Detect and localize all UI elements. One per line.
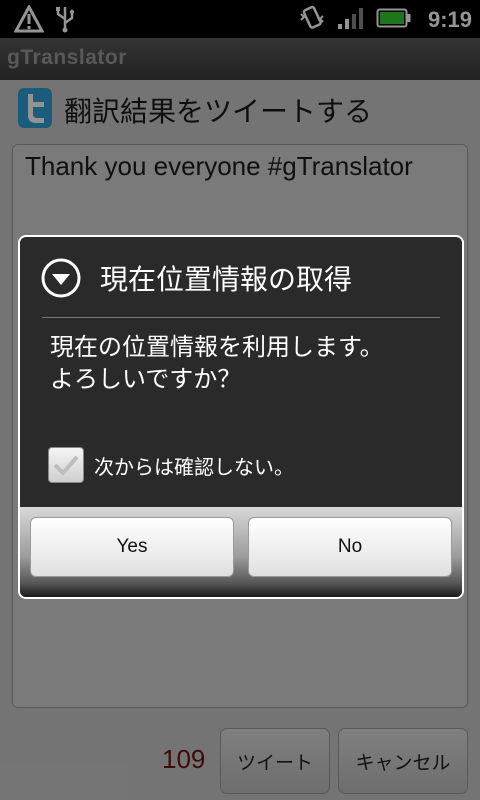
dialog-button-bar: Yes No <box>20 507 462 597</box>
location-dialog: 現在位置情報の取得 現在の位置情報を利用します。よろしいですか？ 次からは確認し… <box>18 235 464 599</box>
dialog-message: 現在の位置情報を利用します。よろしいですか？ <box>50 333 384 393</box>
no-button[interactable]: No <box>248 517 452 577</box>
dialog-divider <box>42 317 440 318</box>
dont-ask-again-label: 次からは確認しない。 <box>94 454 294 479</box>
yes-button[interactable]: Yes <box>30 517 234 577</box>
dialog-title: 現在位置情報の取得 <box>100 263 353 296</box>
dont-ask-again-checkbox[interactable] <box>48 447 84 483</box>
dialog-header: 現在位置情報の取得 <box>20 237 462 319</box>
dont-ask-again-option[interactable]: 次からは確認しない。 <box>48 447 294 483</box>
chevron-down-icon <box>40 257 82 299</box>
check-icon <box>53 455 79 476</box>
